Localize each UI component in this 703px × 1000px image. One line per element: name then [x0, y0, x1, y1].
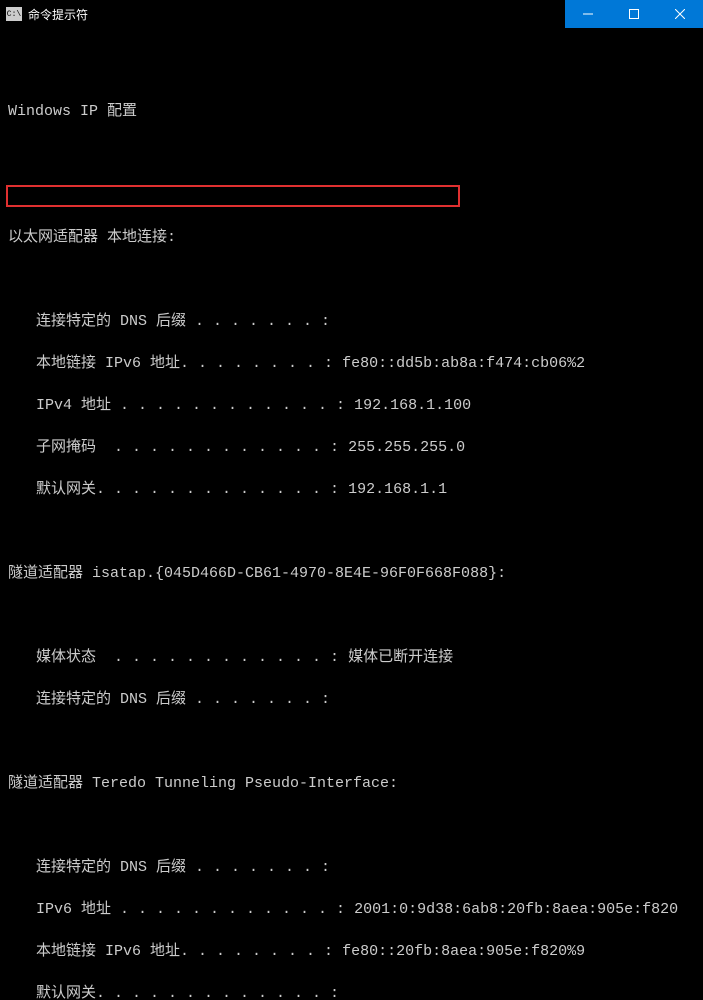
title-left: C:\ 命令提示符: [6, 6, 88, 23]
config-label: 本地链接 IPv6 地址. . . . . . . . :: [36, 943, 333, 960]
blank-line: [8, 59, 695, 80]
config-line: 子网掩码 . . . . . . . . . . . . : 255.255.2…: [36, 437, 695, 458]
config-line: 默认网关. . . . . . . . . . . . . : 192.168.…: [36, 479, 695, 500]
blank-line: [8, 815, 695, 836]
config-line: 连接特定的 DNS 后缀 . . . . . . . :: [36, 689, 695, 710]
blank-line: [8, 605, 695, 626]
blank-line: [8, 185, 695, 206]
config-label: 连接特定的 DNS 后缀 . . . . . . . :: [36, 859, 330, 876]
cmd-icon: C:\: [6, 7, 22, 21]
config-value: 192.168.1.1: [348, 481, 447, 498]
config-line: 连接特定的 DNS 后缀 . . . . . . . :: [36, 311, 695, 332]
terminal-output: Windows IP 配置 以太网适配器 本地连接: 连接特定的 DNS 后缀 …: [0, 28, 703, 1000]
section-title: 隧道适配器 isatap.{045D466D-CB61-4970-8E4E-96…: [8, 563, 695, 584]
config-label: 默认网关. . . . . . . . . . . . . :: [36, 481, 339, 498]
config-label: 子网掩码 . . . . . . . . . . . . :: [36, 439, 339, 456]
section-title: 以太网适配器 本地连接:: [8, 227, 695, 248]
config-line: 媒体状态 . . . . . . . . . . . . : 媒体已断开连接: [36, 647, 695, 668]
config-value: fe80::dd5b:ab8a:f474:cb06%2: [342, 355, 585, 372]
config-label: 连接特定的 DNS 后缀 . . . . . . . :: [36, 691, 330, 708]
maximize-button[interactable]: [611, 0, 657, 28]
config-label: IPv6 地址 . . . . . . . . . . . . :: [36, 901, 345, 918]
titlebar: C:\ 命令提示符: [0, 0, 703, 28]
blank-line: [8, 731, 695, 752]
config-value: fe80::20fb:8aea:905e:f820%9: [342, 943, 585, 960]
config-value: 255.255.255.0: [348, 439, 465, 456]
config-label: 连接特定的 DNS 后缀 . . . . . . . :: [36, 313, 330, 330]
ip-config-header: Windows IP 配置: [8, 101, 695, 122]
config-label: 本地链接 IPv6 地址. . . . . . . . :: [36, 355, 333, 372]
config-label: 默认网关. . . . . . . . . . . . . :: [36, 985, 339, 1000]
config-line: 本地链接 IPv6 地址. . . . . . . . : fe80::20fb…: [36, 941, 695, 962]
config-value: 媒体已断开连接: [348, 649, 453, 666]
config-line: 本地链接 IPv6 地址. . . . . . . . : fe80::dd5b…: [36, 353, 695, 374]
blank-line: [8, 143, 695, 164]
config-label: IPv4 地址 . . . . . . . . . . . . :: [36, 397, 345, 414]
config-value: 2001:0:9d38:6ab8:20fb:8aea:905e:f820: [354, 901, 678, 918]
blank-line: [8, 521, 695, 542]
section-title: 隧道适配器 Teredo Tunneling Pseudo-Interface:: [8, 773, 695, 794]
window-controls: [565, 0, 703, 28]
config-line: IPv6 地址 . . . . . . . . . . . . : 2001:0…: [36, 899, 695, 920]
config-value: 192.168.1.100: [354, 397, 471, 414]
config-label: 媒体状态 . . . . . . . . . . . . :: [36, 649, 339, 666]
minimize-button[interactable]: [565, 0, 611, 28]
close-button[interactable]: [657, 0, 703, 28]
config-line: 默认网关. . . . . . . . . . . . . :: [36, 983, 695, 1000]
config-line-ipv4: IPv4 地址 . . . . . . . . . . . . : 192.16…: [36, 395, 695, 416]
window-title: 命令提示符: [28, 6, 88, 23]
config-line: 连接特定的 DNS 后缀 . . . . . . . :: [36, 857, 695, 878]
blank-line: [8, 269, 695, 290]
